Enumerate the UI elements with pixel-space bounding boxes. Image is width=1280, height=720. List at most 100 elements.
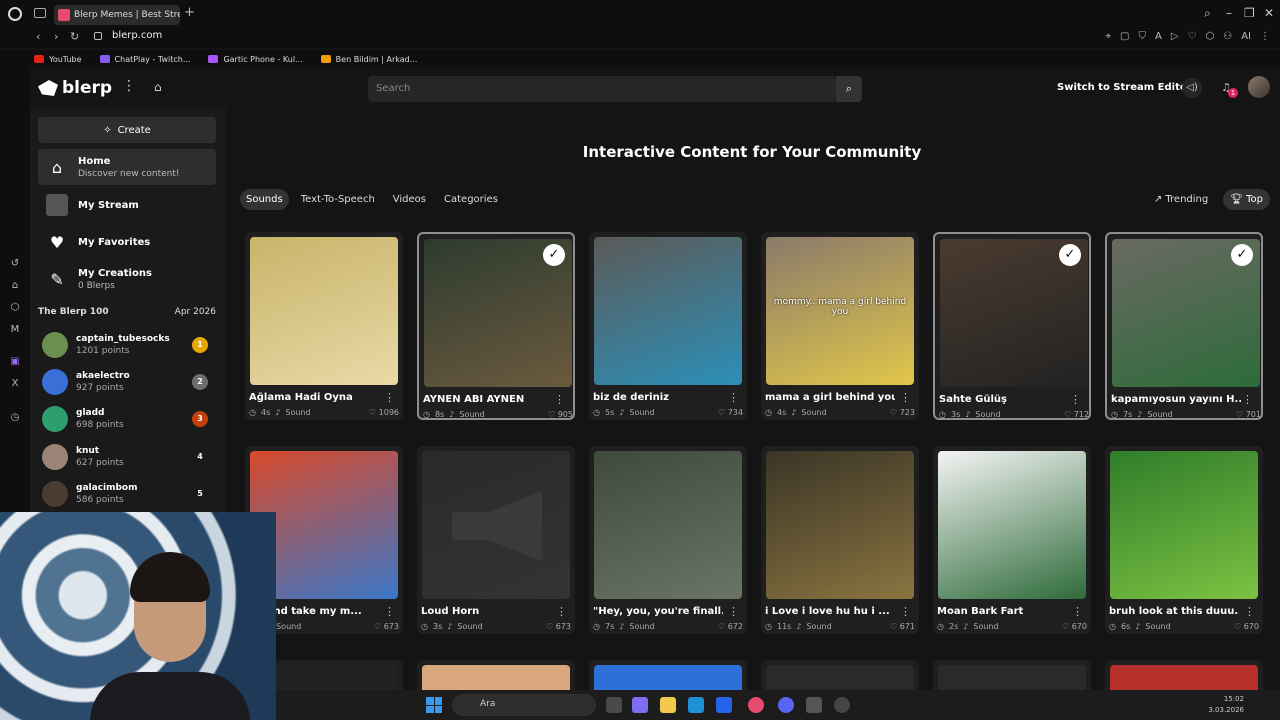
tab-videos[interactable]: Videos xyxy=(387,189,432,210)
sound-card[interactable]: mommy.. mama a girl behind you mama a gir… xyxy=(761,232,919,420)
card-more-icon[interactable]: ⋮ xyxy=(728,391,739,404)
extensions-icon[interactable]: ⬡ xyxy=(1206,31,1215,42)
browser-menu-icon[interactable]: ⋮ xyxy=(1260,31,1270,42)
shield-icon[interactable]: ⛉ xyxy=(1138,31,1146,42)
tab-islands-icon[interactable] xyxy=(34,8,46,18)
close-window-icon[interactable]: ✕ xyxy=(1264,6,1274,20)
maximize-icon[interactable]: ❐ xyxy=(1244,6,1255,20)
sound-card[interactable]: Moan Bark Fart ⋮ ◷ 2s ♪ Sound ♡ 670 xyxy=(933,446,1091,634)
opera-taskbar-icon[interactable] xyxy=(748,697,764,713)
sound-thumbnail[interactable] xyxy=(1110,451,1258,599)
like-count[interactable]: ♡ 905 xyxy=(548,410,573,419)
like-count[interactable]: ♡ 673 xyxy=(374,622,399,631)
sort-top[interactable]: 🏆︎ Top xyxy=(1223,189,1270,210)
sound-card[interactable]: Ağlama Hadi Oyna ⋮ ◷ 4s ♪ Sound ♡ 1096 xyxy=(245,232,403,420)
search-input[interactable]: Search xyxy=(368,76,836,102)
bookmark-chatplay[interactable]: ChatPlay - Twitch... xyxy=(99,55,190,64)
sound-thumbnail[interactable] xyxy=(594,237,742,385)
bookmark-gartic[interactable]: Gartic Phone - Kul... xyxy=(208,55,303,64)
translate-icon[interactable]: A xyxy=(1155,31,1162,42)
ranker-row[interactable]: captain_tubesocks 1201 points 1 xyxy=(42,327,212,363)
nav-my-creations[interactable]: ✎ My Creations 0 Blerps xyxy=(38,264,216,294)
forward-icon[interactable]: › xyxy=(54,30,58,43)
nav-my-stream[interactable]: My Stream xyxy=(38,192,216,218)
bookmark-youtube[interactable]: YouTube xyxy=(34,55,82,64)
clock-icon[interactable]: ◷ xyxy=(9,412,21,424)
card-more-icon[interactable]: ⋮ xyxy=(1070,393,1081,406)
back-icon[interactable]: ‹ xyxy=(36,30,40,43)
card-more-icon[interactable]: ⋮ xyxy=(1072,605,1083,618)
url-field[interactable]: blerp.com xyxy=(112,30,162,41)
home-icon[interactable]: ⌂ xyxy=(154,80,168,94)
pin-icon[interactable]: ⌖ xyxy=(1105,31,1111,42)
snapshot-icon[interactable]: ▢ xyxy=(1120,31,1129,42)
workspace-icon[interactable]: ⌂ xyxy=(9,280,21,292)
sound-card[interactable]: ✓ kapamıyosun yayını H... ⋮ ◷ 7s ♪ Sound ♡ 701 xyxy=(1105,232,1263,420)
sound-card[interactable]: ✓ AYNEN ABİ AYNEN ⋮ ◷ 8s ♪ Sound ♡ 905 xyxy=(417,232,575,420)
nav-my-favorites[interactable]: ♥ My Favorites xyxy=(38,229,216,255)
history-icon[interactable]: ↺ xyxy=(9,258,21,270)
new-tab-button[interactable]: + xyxy=(184,5,195,20)
more-menu-icon[interactable]: ⋮ xyxy=(122,78,136,94)
card-more-icon[interactable]: ⋮ xyxy=(384,391,395,404)
like-count[interactable]: ♡ 672 xyxy=(718,622,743,631)
like-count[interactable]: ♡ 712 xyxy=(1064,410,1089,419)
card-more-icon[interactable]: ⋮ xyxy=(554,393,565,406)
edge-icon[interactable] xyxy=(688,697,704,713)
card-more-icon[interactable]: ⋮ xyxy=(1244,605,1255,618)
play-icon[interactable]: ▷ xyxy=(1171,31,1179,42)
ranker-row[interactable]: knut 627 points 4 xyxy=(42,439,212,475)
task-view-icon[interactable] xyxy=(606,697,622,713)
tab-sounds[interactable]: Sounds xyxy=(240,189,289,210)
sound-thumbnail[interactable] xyxy=(594,451,742,599)
sort-trending[interactable]: ↗ Trending xyxy=(1147,189,1215,210)
minimize-icon[interactable]: – xyxy=(1226,6,1232,20)
nav-home[interactable]: ⌂ Home Discover new content! xyxy=(38,149,216,185)
card-more-icon[interactable]: ⋮ xyxy=(1242,393,1253,406)
card-more-icon[interactable]: ⋮ xyxy=(384,605,395,618)
store-icon[interactable] xyxy=(716,697,732,713)
ranker-row[interactable]: gladd 698 points 3 xyxy=(42,401,212,437)
steam-icon[interactable] xyxy=(806,697,822,713)
reload-icon[interactable]: ↻ xyxy=(70,30,79,43)
sound-thumbnail[interactable] xyxy=(250,237,398,385)
x-icon[interactable]: X xyxy=(9,378,21,390)
card-more-icon[interactable]: ⋮ xyxy=(900,391,911,404)
sound-card[interactable]: bruh look at this duuu... ⋮ ◷ 6s ♪ Sound ♡ 670 xyxy=(1105,446,1263,634)
ranker-row[interactable]: akaelectro 927 points 2 xyxy=(42,364,212,400)
user-avatar[interactable] xyxy=(1248,76,1270,98)
file-explorer-icon[interactable] xyxy=(660,697,676,713)
windows-start-icon[interactable] xyxy=(426,697,442,713)
like-count[interactable]: ♡ 671 xyxy=(890,622,915,631)
card-more-icon[interactable]: ⋮ xyxy=(728,605,739,618)
sound-card[interactable]: i Love i love hu hu i ... ⋮ ◷ 11s ♪ Sound ♡ 67… xyxy=(761,446,919,634)
browser-search-icon[interactable]: ⌕ xyxy=(1204,6,1211,21)
account-icon[interactable]: ⚇ xyxy=(1223,31,1232,42)
search-button[interactable]: ⌕ xyxy=(836,76,862,102)
blerp-logo[interactable]: blerp xyxy=(38,78,112,98)
sound-card[interactable]: biz de deriniz ⋮ ◷ 5s ♪ Sound ♡ 734 xyxy=(589,232,747,420)
sound-thumbnail[interactable] xyxy=(938,451,1086,599)
extensions-side-icon[interactable]: ⬡ xyxy=(9,302,21,314)
sound-card[interactable]: ✓ Sahte Gülüş ⋮ ◷ 3s ♪ Sound ♡ 712 xyxy=(933,232,1091,420)
like-count[interactable]: ♡ 673 xyxy=(546,622,571,631)
sound-card[interactable]: "Hey, you, you're finall... ⋮ ◷ 7s ♪ Sound ♡ 6… xyxy=(589,446,747,634)
bookmark-ben-bildim[interactable]: Ben Bildim | Arkad... xyxy=(320,55,417,64)
obs-icon[interactable] xyxy=(834,697,850,713)
like-count[interactable]: ♡ 734 xyxy=(718,408,743,417)
tab-categories[interactable]: Categories xyxy=(438,189,504,210)
switch-to-stream-editor-button[interactable]: Switch to Stream Editor xyxy=(1057,82,1192,93)
volume-icon[interactable]: ◁) xyxy=(1182,78,1202,98)
like-count[interactable]: ♡ 670 xyxy=(1234,622,1259,631)
messenger-icon[interactable]: M xyxy=(9,324,21,336)
sound-card[interactable]: Loud Horn ⋮ ◷ 3s ♪ Sound ♡ 673 xyxy=(417,446,575,634)
card-more-icon[interactable]: ⋮ xyxy=(900,605,911,618)
create-button[interactable]: ✧ Create xyxy=(38,117,216,143)
heart-icon[interactable]: ♡ xyxy=(1188,31,1197,42)
sound-thumbnail[interactable] xyxy=(766,451,914,599)
system-clock[interactable]: 15:02 3.03.2026 xyxy=(1208,694,1244,716)
ranker-row[interactable]: galacimbom 586 points 5 xyxy=(42,476,212,512)
sound-thumbnail[interactable] xyxy=(422,451,570,599)
browser-tab[interactable]: Blerp Memes | Best Stream xyxy=(54,5,180,25)
selected-check-icon[interactable]: ✓ xyxy=(1231,244,1253,266)
